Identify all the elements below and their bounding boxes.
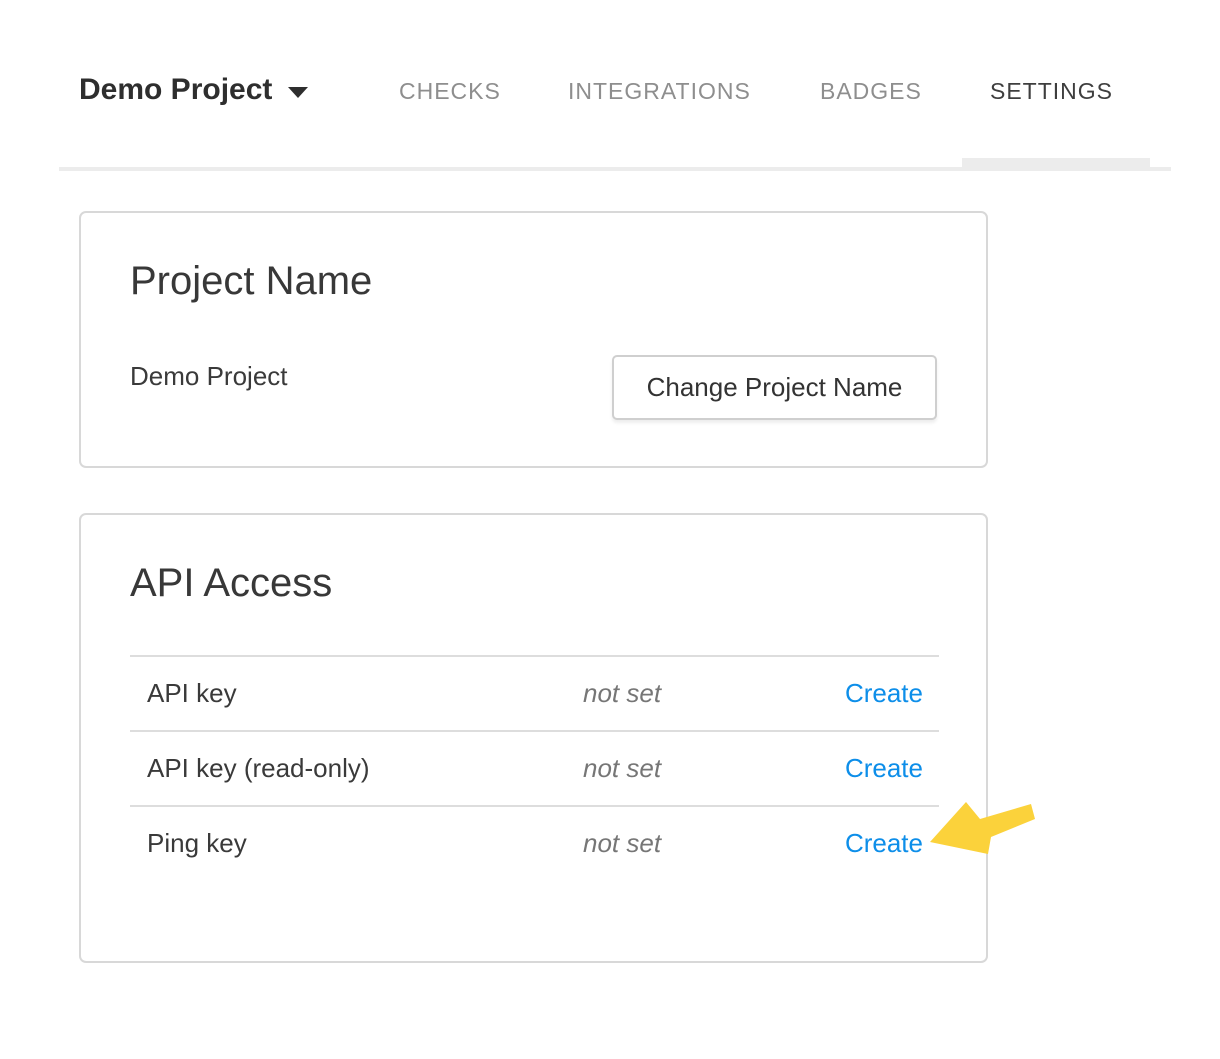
project-name-card-title: Project Name [130,257,372,305]
api-access-card: API Access API key not set Create API ke… [79,513,988,963]
api-key-read-only-label: API key (read-only) [130,753,583,784]
tab-badges[interactable]: BADGES [820,76,922,106]
table-row-api-key: API key not set Create [130,655,939,730]
table-row-api-key-read-only: API key (read-only) not set Create [130,730,939,805]
caret-down-icon [288,87,308,98]
settings-page: Demo Project CHECKS INTEGRATIONS BADGES … [0,0,1220,1059]
table-row-ping-key: Ping key not set Create [130,805,939,880]
api-keys-table: API key not set Create API key (read-onl… [130,655,939,880]
tab-settings[interactable]: SETTINGS [990,76,1113,106]
project-title: Demo Project [79,72,272,108]
header-divider [59,167,1171,171]
api-key-read-only-value: not set [583,753,803,784]
project-switcher-dropdown[interactable]: Demo Project [79,72,308,108]
api-key-read-only-create-link[interactable]: Create [803,753,939,784]
api-key-label: API key [130,678,583,709]
project-name-value: Demo Project [130,360,288,392]
ping-key-value: not set [583,828,803,859]
api-key-create-link[interactable]: Create [803,678,939,709]
api-access-card-title: API Access [130,559,332,607]
ping-key-create-link[interactable]: Create [803,828,939,859]
ping-key-label: Ping key [130,828,583,859]
tab-integrations[interactable]: INTEGRATIONS [568,76,751,106]
api-key-value: not set [583,678,803,709]
tab-checks[interactable]: CHECKS [399,76,501,106]
project-name-card: Project Name Demo Project Change Project… [79,211,988,468]
change-project-name-button[interactable]: Change Project Name [612,355,937,420]
